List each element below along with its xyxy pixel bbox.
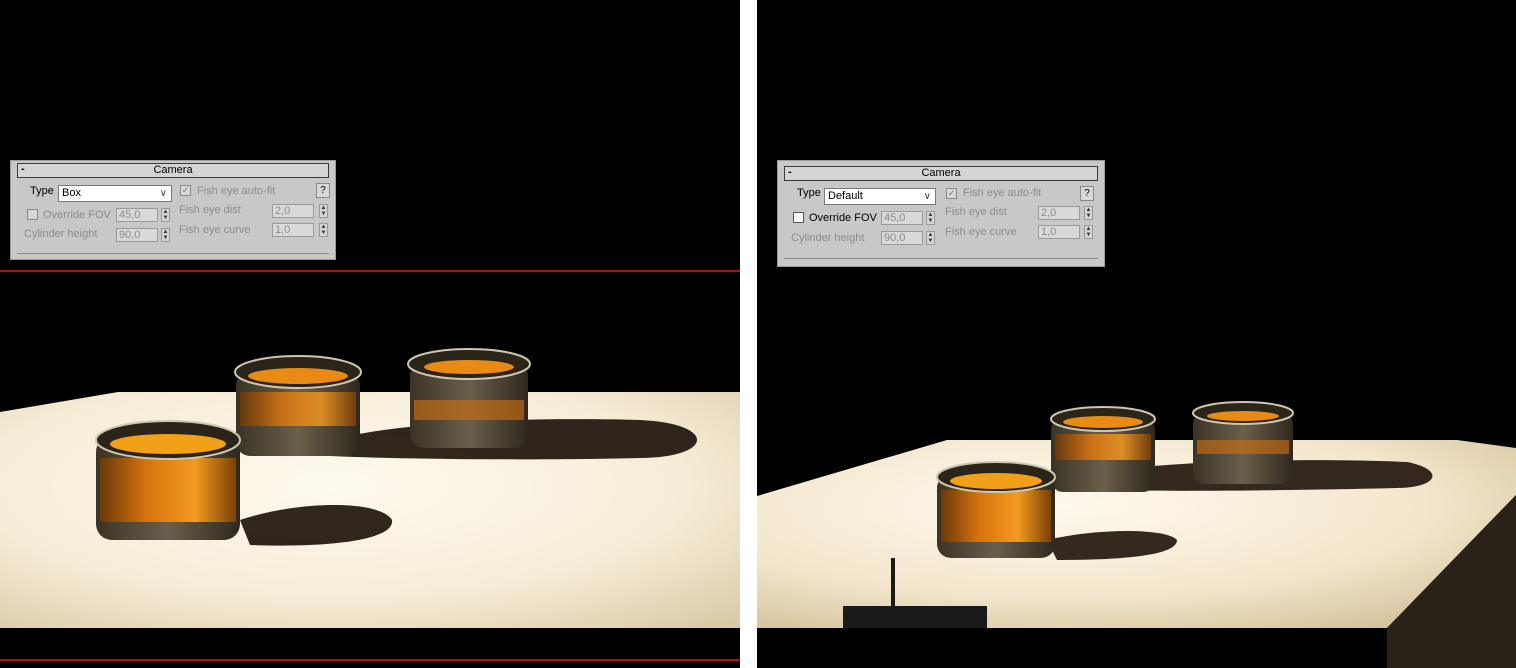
cylinder-height-spinner[interactable]: ▲ ▼ bbox=[926, 231, 935, 245]
override-fov-input[interactable]: 45,0 bbox=[116, 208, 158, 222]
render-artifact bbox=[843, 606, 987, 628]
fish-eye-dist-label: Fish eye dist bbox=[945, 206, 1007, 218]
fish-eye-curve-spinner[interactable]: ▲ ▼ bbox=[1084, 225, 1093, 239]
rollout-title: Camera bbox=[921, 167, 961, 179]
override-fov-checkbox[interactable] bbox=[793, 212, 804, 223]
override-fov-spinner[interactable]: ▲ ▼ bbox=[161, 208, 170, 222]
panel-divider bbox=[17, 253, 329, 254]
glass-cup bbox=[234, 355, 362, 456]
rendered-scene-right bbox=[757, 401, 1516, 668]
chevron-down-icon: ∨ bbox=[923, 191, 931, 202]
rollout-title: Camera bbox=[153, 164, 193, 176]
glass-cup bbox=[1050, 406, 1156, 492]
override-fov-checkbox[interactable] bbox=[27, 209, 38, 220]
rollout-title-bar[interactable]: - Camera bbox=[17, 163, 329, 178]
override-fov-input[interactable]: 45,0 bbox=[881, 211, 923, 225]
fish-eye-autofit-label: Fish eye auto-fit bbox=[197, 185, 276, 197]
render-viewport-box-camera: - Camera Type Box ∨ Override FOV 45,0 ▲ ▼… bbox=[0, 0, 740, 668]
rollout-title-bar[interactable]: - Camera bbox=[784, 166, 1098, 181]
collapse-icon[interactable]: - bbox=[788, 166, 792, 179]
fish-eye-dist-spinner[interactable]: ▲ ▼ bbox=[319, 204, 328, 218]
override-fov-label: Override FOV bbox=[809, 212, 877, 224]
glass-cup bbox=[1192, 401, 1294, 484]
override-fov-label: Override FOV bbox=[43, 209, 111, 221]
fish-eye-curve-spinner[interactable]: ▲ ▼ bbox=[319, 223, 328, 237]
fish-eye-curve-input[interactable]: 1,0 bbox=[272, 223, 314, 237]
collapse-icon[interactable]: - bbox=[21, 163, 25, 176]
camera-type-value: Box bbox=[62, 187, 81, 199]
camera-rollout-panel: - Camera Type Default ∨ Override FOV 45,… bbox=[777, 160, 1105, 267]
panel-divider bbox=[784, 258, 1098, 259]
fish-eye-dist-label: Fish eye dist bbox=[179, 204, 241, 216]
cylinder-height-input[interactable]: 90,0 bbox=[881, 231, 923, 245]
glass-cup bbox=[407, 348, 531, 448]
cylinder-height-input[interactable]: 90,0 bbox=[116, 228, 158, 242]
glass-cup bbox=[936, 461, 1056, 558]
cylinder-height-label: Cylinder height bbox=[24, 228, 98, 240]
type-label: Type bbox=[30, 185, 54, 197]
render-viewport-default-camera: - Camera Type Default ∨ Override FOV 45,… bbox=[757, 0, 1516, 668]
fish-eye-curve-input[interactable]: 1,0 bbox=[1038, 225, 1080, 239]
camera-type-dropdown[interactable]: Default ∨ bbox=[824, 188, 936, 205]
help-button[interactable]: ? bbox=[316, 183, 330, 198]
chevron-down-icon: ∨ bbox=[159, 188, 167, 199]
fish-eye-curve-label: Fish eye curve bbox=[945, 226, 1017, 238]
fish-eye-dist-input[interactable]: 2,0 bbox=[1038, 206, 1080, 220]
fish-eye-autofit-checkbox[interactable]: ✓ bbox=[180, 185, 191, 196]
type-label: Type bbox=[797, 187, 821, 199]
glass-cup bbox=[95, 420, 241, 540]
viewport-divider bbox=[740, 0, 757, 668]
render-artifact bbox=[891, 558, 895, 608]
fish-eye-autofit-label: Fish eye auto-fit bbox=[963, 187, 1042, 199]
fish-eye-dist-input[interactable]: 2,0 bbox=[272, 204, 314, 218]
camera-rollout-panel: - Camera Type Box ∨ Override FOV 45,0 ▲ ▼… bbox=[10, 160, 336, 260]
cylinder-height-spinner[interactable]: ▲ ▼ bbox=[161, 228, 170, 242]
fish-eye-curve-label: Fish eye curve bbox=[179, 224, 251, 236]
camera-type-dropdown[interactable]: Box ∨ bbox=[58, 185, 172, 202]
camera-type-value: Default bbox=[828, 190, 863, 202]
fish-eye-dist-spinner[interactable]: ▲ ▼ bbox=[1084, 206, 1093, 220]
cylinder-height-label: Cylinder height bbox=[791, 232, 865, 244]
override-fov-spinner[interactable]: ▲ ▼ bbox=[926, 211, 935, 225]
rendered-scene-left bbox=[0, 270, 740, 661]
help-button[interactable]: ? bbox=[1080, 186, 1094, 201]
fish-eye-autofit-checkbox[interactable]: ✓ bbox=[946, 188, 957, 199]
